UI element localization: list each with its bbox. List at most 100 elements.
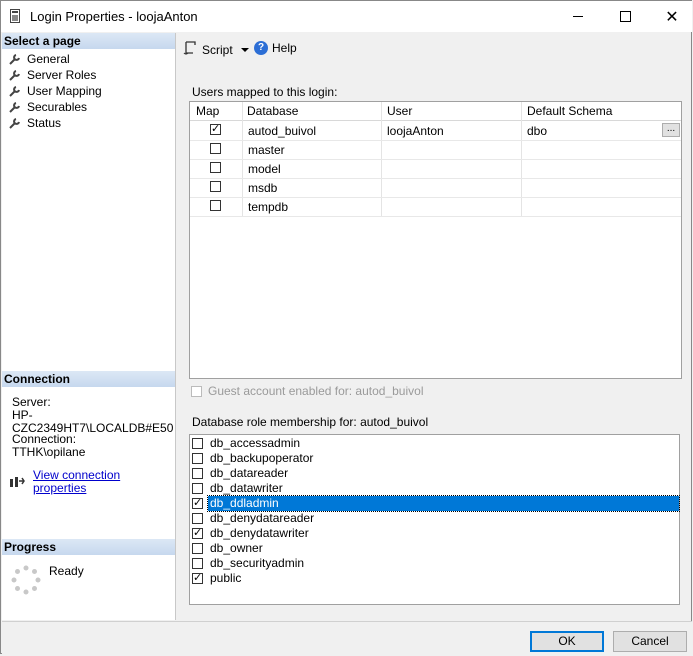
table-row[interactable]: autod_buivol loojaAnton dbo ... [190,121,681,141]
role-checkbox[interactable] [192,438,203,449]
column-header-user[interactable]: User [387,104,412,118]
close-button[interactable]: ✕ [649,1,693,32]
script-icon [183,41,197,58]
browse-schema-button[interactable]: ... [662,123,680,137]
column-header-database[interactable]: Database [247,104,298,118]
help-button[interactable]: ? Help [254,41,297,55]
database-cell: msdb [248,181,278,195]
title-bar: Login Properties - loojaAnton ✕ [1,1,692,32]
table-row[interactable]: msdb [190,178,681,198]
wrench-icon [9,101,21,113]
window-title: Login Properties - loojaAnton [30,9,198,24]
maximize-icon [619,11,631,22]
help-label: Help [272,41,297,55]
role-checkbox[interactable] [192,468,203,479]
role-label: db_denydatareader [210,511,315,525]
grid-header: Map Database User Default Schema [190,102,681,121]
column-header-default-schema[interactable]: Default Schema [527,104,612,118]
page-item-user-mapping[interactable]: User Mapping [9,83,102,99]
ok-button[interactable]: OK [530,631,604,652]
page-item-label: User Mapping [27,84,102,98]
role-label: db_securityadmin [210,556,305,570]
role-checkbox[interactable] [192,543,203,554]
page-item-status[interactable]: Status [9,115,61,131]
script-label: Script [202,42,233,57]
role-label: db_denydatawriter [210,526,309,540]
role-checkbox[interactable] [192,526,203,540]
page-item-label: General [27,52,70,66]
table-row[interactable]: model [190,159,681,179]
table-row[interactable]: tempdb [190,197,681,217]
script-button[interactable]: Script [183,41,249,58]
toolbar: Script ? Help [176,33,692,63]
wrench-icon [9,69,21,81]
list-item[interactable]: db_datawriter [192,481,679,496]
page-item-securables[interactable]: Securables [9,99,87,115]
help-icon: ? [254,41,268,55]
role-checkbox[interactable] [192,513,203,524]
role-label: public [210,571,242,585]
users-mapped-grid: Map Database User Default Schema autod_b… [189,101,682,379]
wrench-icon [9,117,21,129]
role-checkbox[interactable] [192,496,203,510]
database-cell: tempdb [248,200,289,214]
wrench-icon [9,53,21,65]
role-label: db_datareader [210,466,289,480]
list-item[interactable]: db_backupoperator [192,451,679,466]
list-item[interactable]: db_denydatawriter [192,526,679,541]
app-icon [10,9,20,23]
page-item-label: Server Roles [27,68,97,82]
role-label: db_owner [210,541,263,555]
list-item[interactable]: db_securityadmin [192,556,679,571]
map-checkbox[interactable] [210,143,221,154]
list-item[interactable]: db_ddladmin [192,495,680,512]
view-connection-properties-link[interactable]: View connection properties [33,469,175,495]
left-pane: Select a page General Server Roles User … [2,33,176,620]
cancel-button[interactable]: Cancel [613,631,687,652]
user-cell[interactable]: loojaAnton [387,124,444,138]
list-item[interactable]: db_owner [192,541,679,556]
wrench-icon [9,85,21,97]
close-icon: ✕ [665,8,679,26]
database-cell: master [248,143,285,157]
role-label: db_datawriter [210,481,283,495]
map-checkbox[interactable] [210,181,221,192]
progress-spinner-icon [10,564,42,596]
map-checkbox[interactable] [210,122,221,136]
role-membership-label: Database role membership for: autod_buiv… [192,415,429,429]
minimize-icon [573,16,583,17]
role-membership-list: db_accessadmin db_backupoperator db_data… [189,434,680,605]
role-label: db_ddladmin [207,495,680,512]
role-label: db_backupoperator [210,451,314,465]
schema-cell[interactable]: dbo [527,124,547,138]
connection-value: TTHK\opilane [12,445,86,459]
guest-account-label: Guest account enabled for: autod_buivol [208,384,424,398]
connection-header: Connection [2,371,175,387]
role-checkbox[interactable] [192,571,203,585]
list-item[interactable]: db_datareader [192,466,679,481]
maximize-button[interactable] [602,1,648,32]
role-label: db_accessadmin [210,436,301,450]
page-item-general[interactable]: General [9,51,70,67]
list-item[interactable]: db_accessadmin [192,436,679,451]
database-cell: model [248,162,281,176]
dialog-button-bar: OK Cancel [2,621,692,656]
role-checkbox[interactable] [192,453,203,464]
role-checkbox[interactable] [192,483,203,494]
column-header-map[interactable]: Map [196,104,219,118]
map-checkbox[interactable] [210,162,221,173]
guest-account-checkbox[interactable] [191,385,202,397]
role-checkbox[interactable] [192,558,203,569]
chevron-down-icon[interactable] [240,47,249,52]
progress-header: Progress [2,539,175,555]
page-item-server-roles[interactable]: Server Roles [9,67,96,83]
database-cell: autod_buivol [248,124,317,138]
login-properties-window: Login Properties - loojaAnton ✕ Select a… [0,0,692,656]
progress-status: Ready [49,564,84,578]
table-row[interactable]: master [190,140,681,160]
minimize-button[interactable] [555,1,601,32]
list-item[interactable]: db_denydatareader [192,511,679,526]
map-checkbox[interactable] [210,200,221,211]
guest-account-checkbox-row[interactable]: Guest account enabled for: autod_buivol [191,384,423,398]
list-item[interactable]: public [192,571,679,586]
